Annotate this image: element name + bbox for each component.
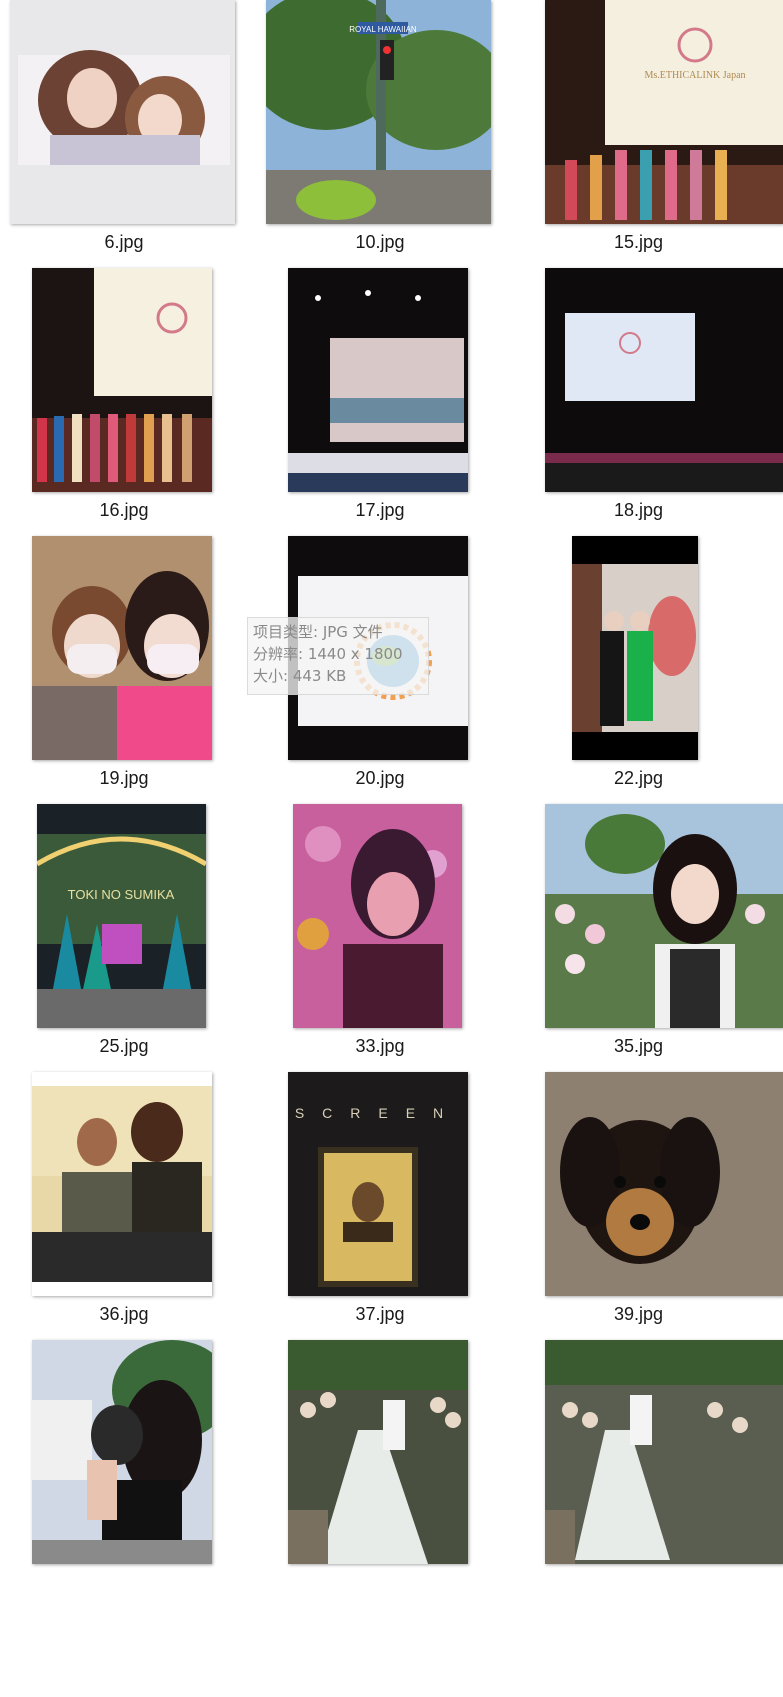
file-item-row6-col3[interactable] bbox=[545, 1340, 783, 1620]
thumbnail-image bbox=[32, 1072, 212, 1296]
tooltip-file-size: 大小: 443 KB bbox=[253, 667, 347, 685]
tunnel-sign-text: TOKI NO SUMIKA bbox=[68, 887, 175, 902]
file-item-22[interactable]: 22.jpg bbox=[545, 536, 783, 816]
thumbnail-image bbox=[32, 268, 212, 492]
file-item-33[interactable]: 33.jpg bbox=[266, 804, 526, 1084]
street-sign-text: ROYAL HAWAIIAN bbox=[349, 25, 417, 34]
file-item-36[interactable]: 36.jpg bbox=[10, 1072, 270, 1352]
thumbnail-image bbox=[545, 1340, 783, 1564]
file-name: 20.jpg bbox=[355, 768, 405, 788]
thumbnail-image bbox=[288, 1340, 468, 1564]
thumbnail-image bbox=[32, 1340, 212, 1564]
file-item-10[interactable]: ROYAL HAWAIIAN 10.jpg bbox=[266, 0, 526, 280]
file-info-tooltip: 项目类型: JPG 文件 分辨率: 1440 x 1800 大小: 443 KB bbox=[247, 617, 429, 695]
file-name: 22.jpg bbox=[613, 768, 664, 788]
thumbnail-image: TOKI NO SUMIKA bbox=[37, 804, 206, 1028]
file-item-15[interactable]: Ms.ETHICALINK Japan 15.jpg bbox=[545, 0, 783, 280]
file-name: 33.jpg bbox=[355, 1036, 405, 1056]
file-name: 10.jpg bbox=[355, 232, 405, 252]
thumbnail-image: Ms.ETHICALINK Japan bbox=[545, 0, 783, 224]
file-name: 6.jpg bbox=[104, 232, 144, 252]
file-item-row6-col2[interactable] bbox=[266, 1340, 526, 1620]
thumbnail-image bbox=[545, 268, 783, 492]
file-item-16[interactable]: 16.jpg bbox=[10, 268, 270, 548]
thumbnail-image: ROYAL HAWAIIAN bbox=[266, 0, 491, 224]
file-item-25[interactable]: TOKI NO SUMIKA 25.jpg bbox=[10, 804, 270, 1084]
thumbnail-image bbox=[293, 804, 462, 1028]
file-name: 16.jpg bbox=[99, 500, 149, 520]
file-item-6[interactable]: 6.jpg bbox=[10, 0, 270, 280]
stage-title-text: Ms.ETHICALINK Japan bbox=[644, 70, 745, 81]
thumbnail-image bbox=[10, 0, 235, 224]
thumbnail-image bbox=[572, 536, 698, 760]
tooltip-resolution: 分辨率: 1440 x 1800 bbox=[253, 645, 403, 663]
file-item-37[interactable]: SCREEN 37.jpg bbox=[266, 1072, 526, 1352]
file-name: 17.jpg bbox=[355, 500, 405, 520]
thumbnail-image: SCREEN bbox=[288, 1072, 468, 1296]
file-name: 36.jpg bbox=[99, 1304, 149, 1324]
file-item-39[interactable]: 39.jpg bbox=[545, 1072, 783, 1352]
file-item-35[interactable]: 35.jpg bbox=[545, 804, 783, 1084]
thumbnail-image bbox=[32, 536, 212, 760]
thumbnail-image bbox=[545, 804, 783, 1028]
file-item-19[interactable]: 19.jpg bbox=[10, 536, 270, 816]
file-name: 25.jpg bbox=[99, 1036, 149, 1056]
file-name: 35.jpg bbox=[613, 1036, 664, 1056]
tooltip-file-type: 项目类型: JPG 文件 bbox=[253, 623, 383, 641]
screen-text: SCREEN bbox=[295, 1105, 461, 1121]
thumbnail-image bbox=[545, 1072, 783, 1296]
thumbnail-image bbox=[288, 268, 468, 492]
file-name: 15.jpg bbox=[613, 232, 664, 252]
file-name: 37.jpg bbox=[355, 1304, 405, 1324]
file-name: 18.jpg bbox=[613, 500, 664, 520]
file-name: 39.jpg bbox=[613, 1304, 664, 1324]
file-name: 19.jpg bbox=[99, 768, 149, 788]
file-item-row6-col1[interactable] bbox=[10, 1340, 270, 1620]
file-item-17[interactable]: 17.jpg bbox=[266, 268, 526, 548]
file-item-18[interactable]: 18.jpg bbox=[545, 268, 783, 548]
